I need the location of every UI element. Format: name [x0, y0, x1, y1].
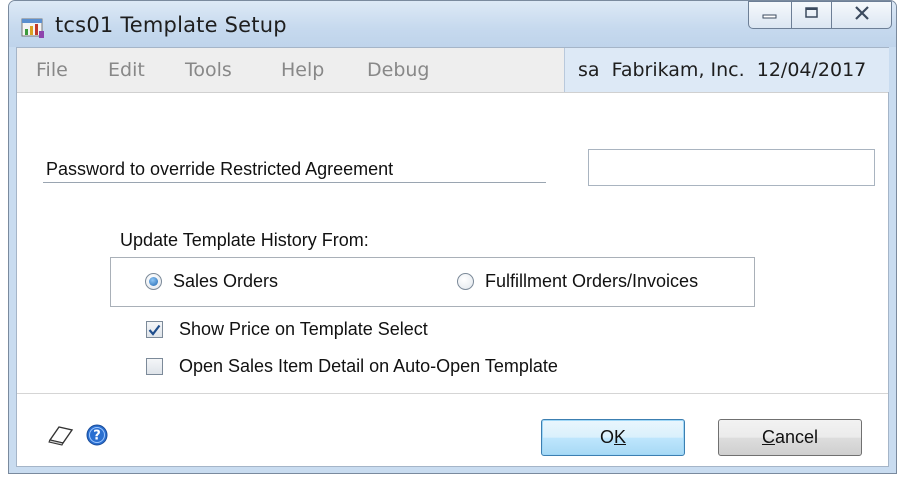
- window-title: tcs01 Template Setup: [55, 13, 287, 37]
- user-company-date-panel: sa Fabrikam, Inc. 12/04/2017: [564, 48, 889, 92]
- history-source-group: Sales Orders Fulfillment Orders/Invoices: [110, 257, 755, 307]
- sales-orders-radio[interactable]: [145, 273, 162, 290]
- menu-help[interactable]: Help: [281, 59, 324, 81]
- show-price-checkbox[interactable]: [146, 321, 163, 338]
- menu-debug[interactable]: Debug: [367, 59, 429, 81]
- checkmark-icon: [148, 324, 161, 336]
- title-bar[interactable]: tcs01 Template Setup: [9, 1, 896, 47]
- cancel-button[interactable]: Cancel: [718, 419, 862, 456]
- fulfillment-orders-radio[interactable]: [457, 273, 474, 290]
- password-label-underline: [43, 182, 546, 183]
- close-icon: [854, 5, 870, 25]
- radio-selected-dot: [149, 277, 158, 286]
- sales-orders-label[interactable]: Sales Orders: [173, 271, 278, 292]
- cancel-label: Cancel: [761, 427, 819, 447]
- close-button[interactable]: [832, 1, 892, 29]
- menu-file[interactable]: File: [36, 59, 68, 81]
- dialog-content: File Edit Tools Help Debug sa Fabrikam, …: [16, 47, 889, 467]
- dialog-footer: ? OK Cancel: [17, 394, 888, 466]
- template-setup-app-icon: [21, 17, 45, 39]
- session-info: sa Fabrikam, Inc. 12/04/2017: [578, 59, 866, 81]
- ok-button[interactable]: OK: [541, 419, 685, 456]
- ok-label: OK: [599, 427, 627, 447]
- dialog-window: tcs01 Template Setup File Edit Tools Hel…: [8, 0, 897, 474]
- minimize-icon: [762, 6, 778, 24]
- open-item-detail-checkbox[interactable]: [146, 358, 163, 375]
- fulfillment-orders-label[interactable]: Fulfillment Orders/Invoices: [485, 271, 698, 292]
- help-icon[interactable]: ?: [86, 424, 108, 451]
- menu-tools[interactable]: Tools: [185, 59, 232, 81]
- company-name: Fabrikam, Inc.: [611, 59, 745, 81]
- user-date: 12/04/2017: [756, 59, 867, 81]
- maximize-button[interactable]: [792, 1, 832, 29]
- window-controls: [748, 1, 892, 31]
- history-group-label: Update Template History From:: [120, 230, 369, 250]
- menu-bar: File Edit Tools Help Debug sa Fabrikam, …: [17, 48, 889, 93]
- menu-edit[interactable]: Edit: [108, 59, 145, 81]
- user-id: sa: [578, 59, 600, 81]
- maximize-icon: [804, 6, 819, 24]
- password-input[interactable]: [588, 149, 875, 186]
- open-item-detail-label[interactable]: Open Sales Item Detail on Auto-Open Temp…: [179, 356, 558, 377]
- password-label: Password to override Restricted Agreemen…: [46, 159, 394, 179]
- show-price-label[interactable]: Show Price on Template Select: [179, 319, 428, 340]
- svg-text:?: ?: [93, 429, 101, 444]
- note-icon[interactable]: [48, 424, 74, 451]
- minimize-button[interactable]: [748, 1, 792, 29]
